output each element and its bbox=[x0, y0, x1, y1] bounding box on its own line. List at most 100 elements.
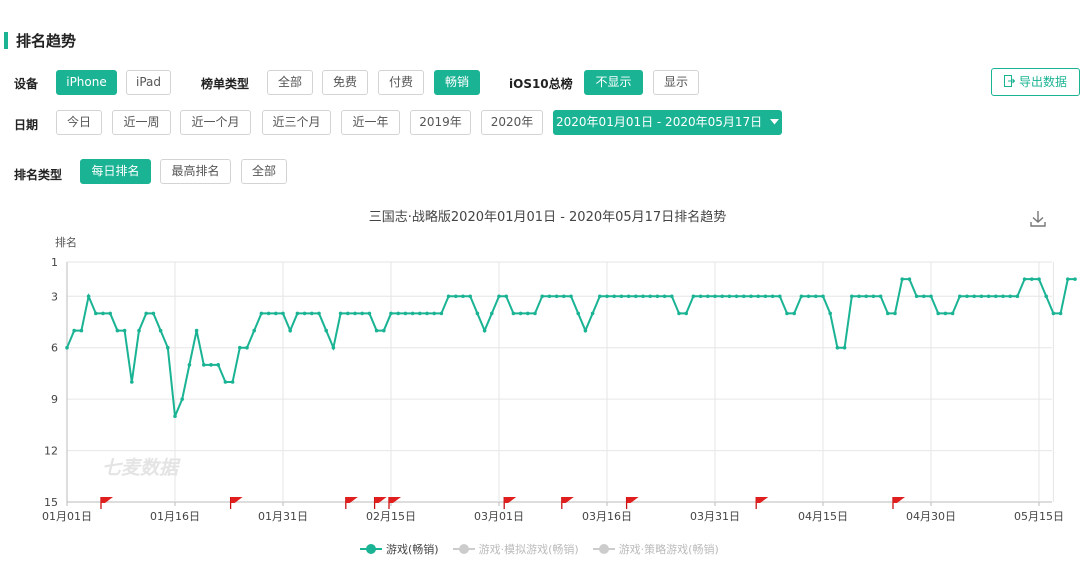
data-point bbox=[994, 294, 998, 299]
ios10-show-button[interactable]: 显示 bbox=[653, 70, 699, 95]
flag-icon[interactable] bbox=[100, 497, 113, 509]
date-week-button[interactable]: 近一周 bbox=[112, 110, 171, 135]
x-tick-label: 04月30日 bbox=[906, 510, 956, 523]
date-3months-button[interactable]: 近三个月 bbox=[262, 110, 331, 135]
data-point bbox=[65, 345, 69, 350]
caret-down-icon bbox=[769, 119, 779, 125]
date-year-button[interactable]: 近一年 bbox=[341, 110, 400, 135]
data-point bbox=[482, 328, 487, 333]
data-point bbox=[497, 294, 501, 299]
data-point bbox=[698, 294, 703, 299]
x-tick-label: 04月15日 bbox=[798, 510, 848, 523]
data-point bbox=[1001, 294, 1005, 299]
title-accent-bar bbox=[4, 31, 8, 49]
list-type-grossing-button[interactable]: 畅销 bbox=[434, 70, 480, 95]
data-point bbox=[223, 380, 228, 384]
chart-grid bbox=[66, 261, 1054, 506]
legend-item-1[interactable]: 游戏(畅销) bbox=[360, 541, 439, 557]
flag-icon[interactable] bbox=[755, 497, 769, 509]
data-point bbox=[187, 363, 192, 367]
date-range-text: 2020年01月01日 - 2020年05月17日 bbox=[556, 115, 763, 129]
data-point bbox=[605, 294, 609, 299]
data-point bbox=[1073, 277, 1077, 281]
data-point bbox=[641, 294, 645, 299]
date-label: 日期 bbox=[14, 118, 39, 132]
data-point bbox=[1022, 277, 1027, 281]
list-type-all-button[interactable]: 全部 bbox=[267, 70, 313, 95]
data-point bbox=[691, 294, 696, 299]
date-2020-button[interactable]: 2020年 bbox=[481, 110, 543, 135]
rank-all-button[interactable]: 全部 bbox=[241, 159, 287, 184]
data-point bbox=[684, 311, 688, 316]
flag-icon[interactable] bbox=[373, 497, 387, 509]
device-iphone-button[interactable]: iPhone bbox=[56, 70, 117, 95]
data-point bbox=[850, 294, 854, 299]
data-point bbox=[842, 345, 847, 350]
data-point bbox=[713, 294, 717, 299]
data-point bbox=[238, 345, 242, 350]
data-point bbox=[511, 311, 516, 316]
series-line bbox=[65, 277, 1077, 419]
data-point bbox=[547, 294, 552, 299]
data-point bbox=[259, 311, 264, 316]
data-point bbox=[202, 363, 206, 367]
x-tick-label: 02月15日 bbox=[366, 510, 416, 523]
data-point bbox=[677, 311, 681, 316]
flag-icon[interactable] bbox=[625, 497, 639, 509]
date-2019-button[interactable]: 2019年 bbox=[410, 110, 471, 135]
data-point bbox=[936, 311, 940, 316]
data-point bbox=[907, 277, 912, 281]
download-icon[interactable] bbox=[1028, 209, 1048, 229]
data-point bbox=[101, 311, 105, 316]
data-point bbox=[540, 294, 544, 299]
chart-legend: 游戏(畅销) 游戏·模拟游戏(畅销) 游戏·策略游戏(畅销) bbox=[360, 541, 733, 557]
legend-label-1: 游戏(畅销) bbox=[386, 543, 439, 556]
flag-icon[interactable] bbox=[892, 497, 905, 509]
data-point bbox=[749, 294, 753, 299]
data-point bbox=[965, 294, 969, 299]
legend-label-3: 游戏·策略游戏(畅销) bbox=[618, 543, 719, 556]
rank-daily-button[interactable]: 每日排名 bbox=[80, 159, 151, 184]
data-point bbox=[302, 311, 307, 316]
flag-icon[interactable] bbox=[561, 497, 574, 509]
flag-icon[interactable] bbox=[229, 497, 243, 509]
data-point bbox=[468, 294, 473, 299]
data-point bbox=[958, 294, 962, 299]
legend-item-2[interactable]: 游戏·模拟游戏(畅销) bbox=[452, 541, 579, 557]
list-type-paid-button[interactable]: 付费 bbox=[378, 70, 424, 95]
data-point bbox=[583, 328, 588, 333]
data-point bbox=[418, 311, 422, 316]
data-point bbox=[648, 294, 652, 299]
export-data-button[interactable]: 导出数据 bbox=[991, 68, 1080, 96]
data-point bbox=[504, 294, 509, 299]
list-type-label: 榜单类型 bbox=[201, 77, 250, 91]
flag-icon[interactable] bbox=[388, 497, 401, 509]
rank-highest-button[interactable]: 最高排名 bbox=[160, 159, 231, 184]
x-tick-label: 01月31日 bbox=[258, 510, 308, 523]
data-point bbox=[446, 294, 451, 299]
data-point bbox=[194, 328, 199, 333]
date-today-button[interactable]: 今日 bbox=[56, 110, 102, 135]
data-point bbox=[1015, 294, 1020, 299]
data-point bbox=[180, 397, 184, 401]
data-point bbox=[626, 294, 631, 299]
section-title-text: 排名趋势 bbox=[16, 31, 77, 50]
data-point bbox=[108, 311, 112, 316]
rank-type-label: 排名类型 bbox=[14, 168, 63, 182]
flag-icon[interactable] bbox=[345, 497, 358, 509]
data-point bbox=[576, 311, 580, 316]
data-point bbox=[115, 328, 120, 333]
date-month-button[interactable]: 近一个月 bbox=[180, 110, 251, 135]
legend-item-3[interactable]: 游戏·策略游戏(畅销) bbox=[592, 541, 719, 557]
data-point bbox=[929, 294, 933, 299]
section-title: 排名趋势 bbox=[4, 31, 77, 50]
flag-icon[interactable] bbox=[503, 497, 517, 509]
data-point bbox=[454, 294, 458, 299]
list-type-free-button[interactable]: 免费 bbox=[322, 70, 368, 95]
data-point bbox=[209, 363, 213, 367]
date-range-dropdown[interactable]: 2020年01月01日 - 2020年05月17日 bbox=[553, 110, 782, 135]
y-tick-label: 1 bbox=[51, 256, 58, 269]
data-point bbox=[324, 328, 329, 333]
device-ipad-button[interactable]: iPad bbox=[126, 70, 171, 95]
ios10-hide-button[interactable]: 不显示 bbox=[584, 70, 643, 95]
